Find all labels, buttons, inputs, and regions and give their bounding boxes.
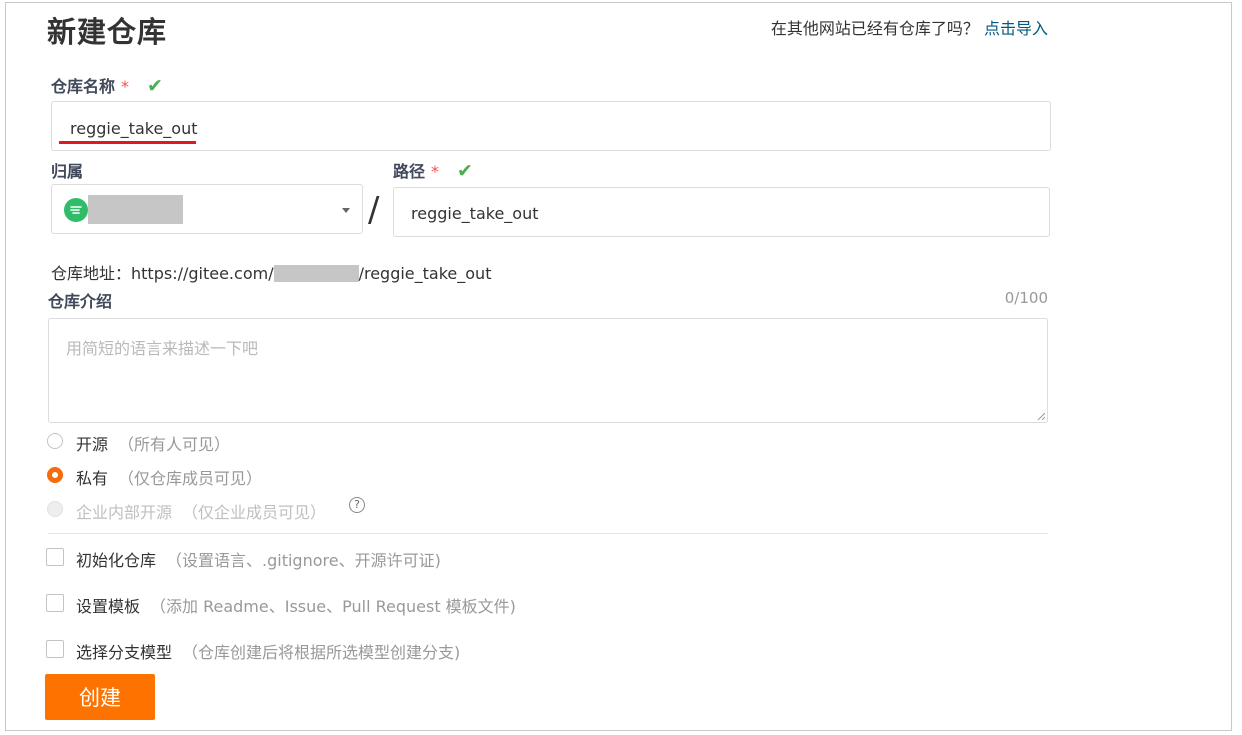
radio-private-hint: （仅仓库成员可见）: [118, 469, 263, 488]
check-icon: ✔: [457, 160, 473, 182]
path-label-text: 路径: [393, 162, 426, 181]
init-repo-label: 初始化仓库 （设置语言、.gitignore、开源许可证): [76, 547, 441, 571]
description-placeholder: 用简短的语言来描述一下吧: [66, 339, 259, 358]
owner-label: 归属: [51, 162, 84, 181]
help-icon[interactable]: ?: [349, 497, 365, 513]
radio-enterprise-label: 企业内部开源 （仅企业成员可见）: [76, 499, 326, 523]
repo-name-input[interactable]: reggie_take_out: [51, 101, 1051, 151]
description-textarea[interactable]: 用简短的语言来描述一下吧: [48, 318, 1048, 423]
repo-name-label: 仓库名称 * ✔: [51, 73, 163, 97]
template-hint: （添加 Readme、Issue、Pull Request 模板文件): [150, 597, 516, 616]
radio-private-label: 私有 （仅仓库成员可见）: [76, 465, 262, 489]
branch-model-text: 选择分支模型: [76, 643, 173, 662]
path-label: 路径 * ✔: [393, 158, 473, 182]
radio-enterprise-hint: （仅企业成员可见）: [182, 503, 327, 522]
radio-private-text: 私有: [76, 469, 109, 488]
path-value: reggie_take_out: [411, 204, 539, 223]
description-label: 仓库介绍: [48, 292, 113, 311]
import-prompt: 在其他网站已经有仓库了吗？: [770, 19, 979, 38]
gitee-icon: [70, 206, 82, 214]
avatar: [64, 198, 88, 222]
repo-name-label-text: 仓库名称: [51, 77, 116, 96]
init-repo-text: 初始化仓库: [76, 551, 157, 570]
required-mark: *: [431, 162, 440, 181]
red-underline-annotation: [59, 141, 196, 144]
resize-handle-icon[interactable]: [1037, 412, 1045, 420]
divider: [48, 533, 1048, 534]
page-title: 新建仓库: [47, 15, 168, 49]
path-input[interactable]: reggie_take_out: [393, 187, 1050, 237]
required-mark: *: [121, 77, 130, 96]
template-text: 设置模板: [76, 597, 141, 616]
repo-address: 仓库地址：https://gitee.com/ /reggie_take_out: [51, 260, 491, 284]
repo-address-suffix: /reggie_take_out: [358, 264, 492, 283]
template-label: 设置模板 （添加 Readme、Issue、Pull Request 模板文件): [76, 593, 516, 617]
repo-name-value: reggie_take_out: [70, 119, 198, 138]
checkbox-template[interactable]: [46, 594, 64, 612]
checkbox-branch-model[interactable]: [46, 640, 64, 658]
branch-model-hint: （仓库创建后将根据所选模型创建分支): [182, 643, 461, 662]
radio-public-hint: （所有人可见）: [118, 435, 231, 454]
radio-public[interactable]: [47, 433, 63, 449]
radio-enterprise: [47, 501, 63, 517]
owner-select[interactable]: [51, 184, 363, 234]
create-button[interactable]: 创建: [45, 674, 155, 720]
check-icon: ✔: [147, 75, 163, 97]
import-prompt-row: 在其他网站已经有仓库了吗？ 点击导入: [771, 15, 1048, 39]
repo-address-prefix: https://gitee.com/: [131, 264, 274, 283]
path-separator: /: [368, 190, 380, 230]
radio-private[interactable]: [47, 467, 63, 483]
radio-enterprise-text: 企业内部开源: [76, 503, 173, 522]
import-link[interactable]: 点击导入: [984, 19, 1048, 38]
checkbox-init-repo[interactable]: [46, 548, 64, 566]
redacted-owner-name: [88, 195, 183, 224]
description-counter: 0/100: [1004, 289, 1048, 307]
branch-model-label: 选择分支模型 （仓库创建后将根据所选模型创建分支): [76, 639, 460, 663]
repo-address-label: 仓库地址：: [51, 264, 132, 283]
redacted-username: [273, 265, 359, 282]
radio-public-text: 开源: [76, 435, 109, 454]
init-repo-hint: （设置语言、.gitignore、开源许可证): [166, 551, 441, 570]
radio-public-label: 开源 （所有人可见）: [76, 431, 230, 455]
chevron-down-icon: [342, 208, 350, 213]
